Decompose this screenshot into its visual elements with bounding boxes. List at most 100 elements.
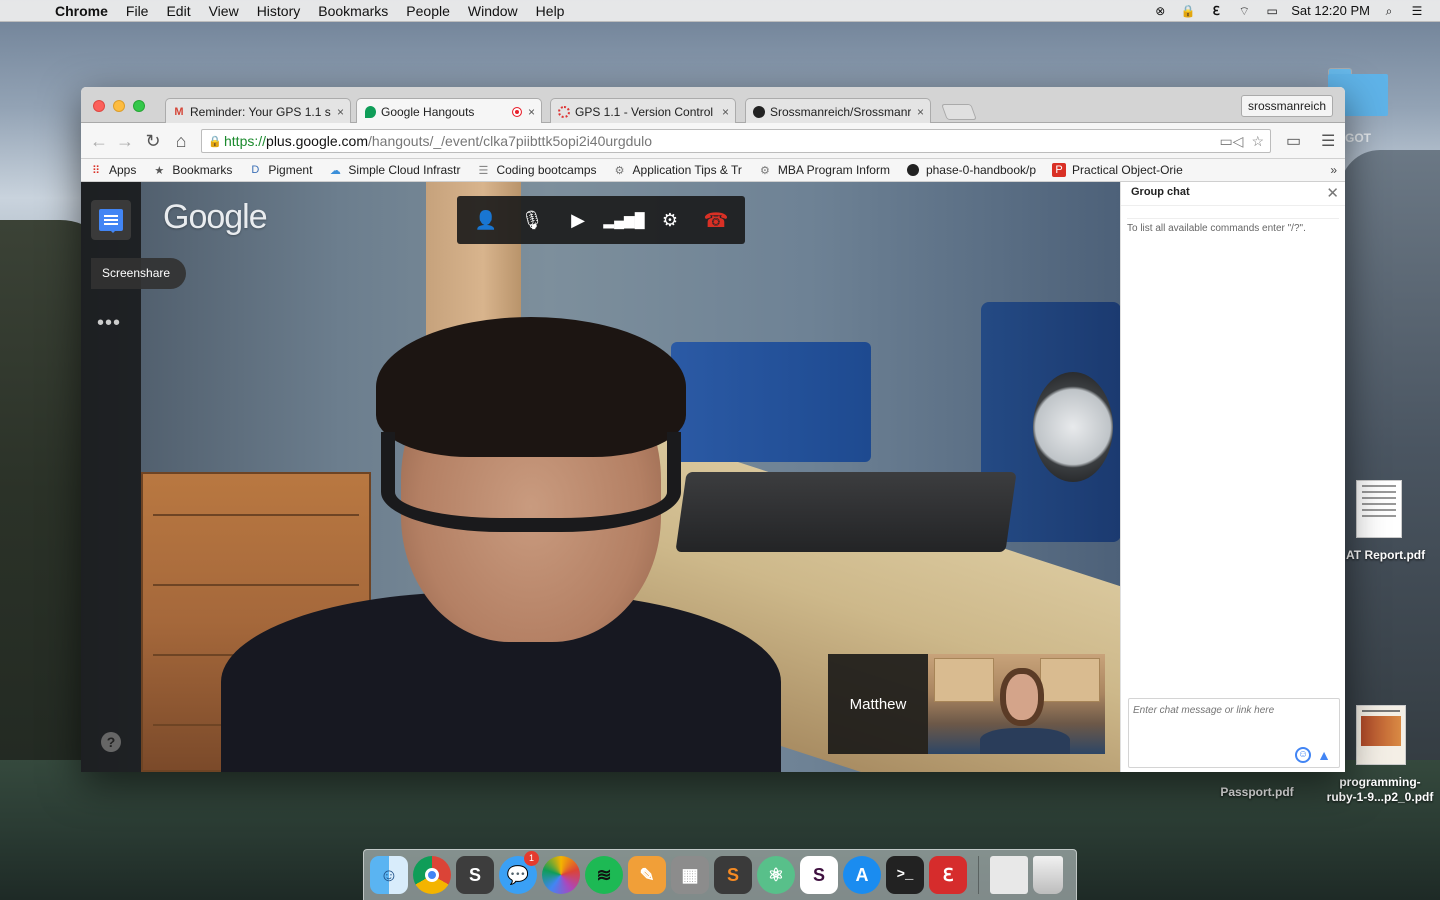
menu-clock[interactable]: Sat 12:20 PM [1291, 3, 1370, 18]
bookmark-label: MBA Program Inform [777, 163, 890, 177]
chat-message-input[interactable] [1133, 705, 1333, 716]
tab-google-hangouts[interactable]: Google Hangouts × [356, 98, 542, 124]
bookmark-label: Simple Cloud Infrastr [348, 163, 461, 177]
menu-view[interactable]: View [200, 3, 248, 19]
downloads-stack-icon[interactable] [990, 856, 1028, 894]
tab-gmail-reminder[interactable]: M Reminder: Your GPS 1.1 se × [165, 98, 351, 124]
camera-status-icon[interactable]: ⊗ [1151, 4, 1169, 18]
messages-icon[interactable]: 💬 1 [499, 851, 539, 894]
battery-icon[interactable]: ▭ [1263, 4, 1281, 18]
window-close-button[interactable] [93, 100, 105, 112]
chat-close-icon[interactable]: ✕ [1326, 184, 1339, 202]
help-icon[interactable]: ? [101, 732, 121, 752]
desktop-file-label[interactable]: AT Report.pdf [1346, 548, 1440, 562]
camera-permission-icon[interactable]: ▭◁ [1219, 133, 1243, 150]
chat-title: Group chat [1131, 186, 1190, 198]
tab-close-icon[interactable]: × [337, 105, 344, 119]
github-icon [752, 105, 766, 119]
new-tab-button[interactable] [941, 104, 977, 120]
tab-gps-version-control[interactable]: GPS 1.1 - Version Control a × [550, 98, 736, 124]
address-bar[interactable]: 🔒 https://plus.google.com/hangouts/_/eve… [201, 129, 1271, 153]
sublime-text-icon[interactable]: S [714, 856, 752, 894]
window-minimize-button[interactable] [113, 100, 125, 112]
bandwidth-icon[interactable]: ▂▄▆█ [603, 206, 644, 234]
screenshare-tooltip[interactable]: Screenshare [91, 258, 187, 289]
chrome-icon[interactable] [413, 856, 451, 894]
terminal-icon[interactable]: >_ [886, 856, 924, 894]
bookmarks-overflow-button[interactable]: » [1330, 163, 1337, 177]
lock-status-icon[interactable]: 🔒 [1179, 4, 1197, 18]
evernote-icon[interactable]: ℇ [929, 856, 967, 894]
home-icon[interactable]: ⌂ [171, 131, 191, 151]
tab-close-icon[interactable]: × [722, 105, 729, 119]
bookmark-folder[interactable]: ★ Bookmarks [152, 163, 232, 177]
more-apps-button[interactable]: ••• [97, 312, 121, 335]
menu-app-name[interactable]: Chrome [46, 3, 117, 19]
back-arrow-icon[interactable]: ← [89, 131, 109, 151]
google-drive-icon[interactable]: ▲ [1315, 747, 1333, 763]
participant-video [928, 654, 1105, 754]
chrome-menu-icon[interactable]: ☰ [1321, 131, 1335, 151]
menu-history[interactable]: History [248, 3, 310, 19]
settings-icon[interactable]: ⚙ [656, 206, 684, 234]
bookmark-cloud[interactable]: ☁ Simple Cloud Infrastr [328, 163, 461, 177]
bookmark-pigment[interactable]: D Pigment [248, 163, 312, 177]
forward-arrow-icon[interactable]: → [115, 131, 135, 151]
bookmark-phase0-handbook[interactable]: phase-0-handbook/p [906, 163, 1036, 177]
menu-file[interactable]: File [117, 3, 158, 19]
profile-button[interactable]: srossmanreich [1240, 95, 1333, 117]
bookmark-label: Pigment [268, 163, 313, 177]
menu-help[interactable]: Help [527, 3, 574, 19]
photos-icon[interactable] [542, 856, 580, 894]
chat-toggle-button[interactable] [91, 200, 131, 240]
bookmark-mba-program[interactable]: ⚙ MBA Program Inform [758, 163, 890, 177]
reload-icon[interactable]: ↻ [143, 131, 163, 151]
slack-icon[interactable]: S [800, 856, 838, 894]
dock: ☺ S 💬 1 ≋ ✎ ▦ S ⚛ S A >_ ℇ [363, 849, 1077, 900]
chat-input-box[interactable]: ☺ ▲ [1128, 698, 1340, 768]
tab-strip: M Reminder: Your GPS 1.1 se × Google Han… [81, 87, 1345, 124]
pages-icon[interactable]: ✎ [628, 856, 666, 894]
wifi-icon[interactable]: ⌔ [1235, 4, 1253, 18]
pigment-icon: D [251, 164, 260, 176]
camera-off-icon[interactable]: ▶ [564, 206, 592, 234]
calculator-icon[interactable]: ▦ [671, 856, 709, 894]
scrivener-icon[interactable]: S [456, 856, 494, 894]
gmail-icon: M [174, 105, 184, 118]
notification-center-icon[interactable]: ☰ [1408, 4, 1426, 18]
hangout-content: Google ••• ? Screenshare 👤 🎙 ▶ ▂▄▆█ ⚙ ☎ … [81, 182, 1345, 772]
hang-up-icon[interactable]: ☎ [702, 206, 730, 234]
evernote-status-icon[interactable]: ℇ [1207, 4, 1225, 18]
tab-title: Google Hangouts [381, 104, 475, 119]
bookmark-coding-bootcamps[interactable]: ☰ Coding bootcamps [476, 163, 597, 177]
bookmark-practical-oo[interactable]: P Practical Object-Orie [1052, 163, 1183, 177]
trash-icon[interactable] [1033, 856, 1063, 894]
desktop-file-label[interactable]: Passport.pdf [1212, 785, 1302, 799]
finder-icon[interactable]: ☺ [370, 856, 408, 894]
spotify-icon[interactable]: ≋ [585, 856, 623, 894]
bookmark-application-tips[interactable]: ⚙ Application Tips & Tr [613, 163, 742, 177]
cast-icon[interactable]: ▭ [1286, 131, 1301, 151]
menu-bookmarks[interactable]: Bookmarks [309, 3, 397, 19]
window-maximize-button[interactable] [133, 100, 145, 112]
bookmark-apps[interactable]: ⠿ Apps [89, 163, 136, 177]
tab-close-icon[interactable]: × [917, 105, 924, 119]
bookmark-star-icon[interactable]: ☆ [1251, 133, 1264, 150]
desktop-file-label[interactable]: programming- ruby-1-9...p2_0.pdf [1318, 775, 1440, 805]
gps-icon [557, 105, 571, 119]
app-store-icon[interactable]: A [843, 856, 881, 894]
mic-muted-icon[interactable]: 🎙 [518, 206, 546, 234]
menu-edit[interactable]: Edit [157, 3, 199, 19]
pdf-file-icon[interactable] [1356, 480, 1402, 538]
tab-close-icon[interactable]: × [528, 105, 535, 119]
atom-icon[interactable]: ⚛ [757, 856, 795, 894]
desktop-folder-label[interactable]: GOT [1345, 131, 1371, 145]
pdf-file-icon[interactable] [1356, 705, 1406, 765]
tab-github-repo[interactable]: Srossmanreich/Srossmanre × [745, 98, 931, 124]
emoji-icon[interactable]: ☺ [1295, 747, 1311, 763]
menu-people[interactable]: People [397, 3, 459, 19]
menu-window[interactable]: Window [459, 3, 527, 19]
participant-thumbnail[interactable]: Matthew [828, 654, 1105, 754]
add-person-icon[interactable]: 👤 [472, 206, 500, 234]
spotlight-search-icon[interactable]: ⌕ [1380, 4, 1398, 18]
